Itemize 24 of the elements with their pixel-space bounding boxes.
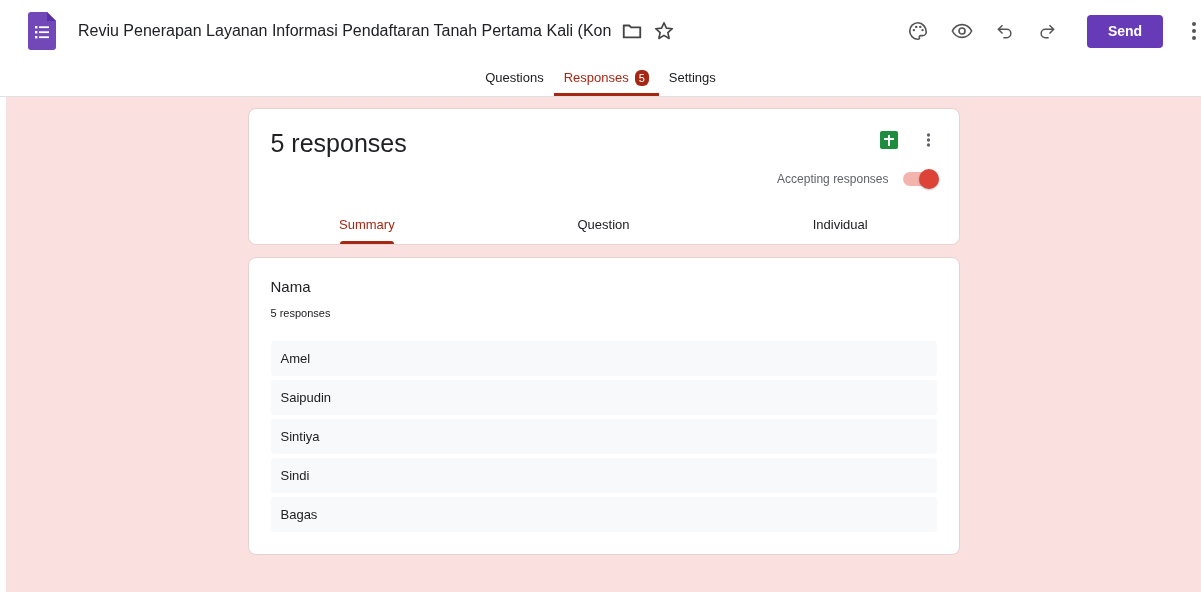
send-button[interactable]: Send bbox=[1087, 14, 1163, 48]
answer-item: Sindi bbox=[270, 458, 937, 493]
palette-icon[interactable] bbox=[907, 20, 929, 42]
answer-item: Sintiya bbox=[270, 419, 937, 454]
view-tab[interactable]: Summary bbox=[248, 204, 486, 244]
answer-item: Bagas bbox=[270, 497, 937, 532]
answer-item: Amel bbox=[270, 341, 937, 376]
view-tab[interactable]: Question bbox=[485, 204, 722, 244]
form-title[interactable]: Reviu Penerapan Layanan Informasi Pendaftaran Tanah Pertama Kali (Kon bbox=[78, 20, 612, 42]
count-badge: 5 bbox=[634, 69, 649, 86]
forms-logo-icon[interactable] bbox=[28, 12, 56, 50]
star-icon[interactable] bbox=[653, 20, 676, 42]
tab[interactable]: Questions bbox=[475, 62, 554, 96]
tab[interactable]: Settings bbox=[658, 62, 726, 96]
more-icon[interactable] bbox=[925, 132, 931, 148]
answer-item: Saipudin bbox=[270, 380, 937, 415]
accepting-toggle[interactable] bbox=[902, 172, 937, 186]
spreadsheet-icon[interactable] bbox=[879, 131, 898, 149]
more-icon[interactable] bbox=[1191, 21, 1197, 41]
question-title: Nama bbox=[270, 278, 312, 295]
response-count: 5 responses bbox=[270, 307, 332, 319]
responses-heading: 5 responses bbox=[270, 129, 407, 158]
view-tab[interactable]: Individual bbox=[721, 204, 959, 244]
accepting-label: Accepting responses bbox=[777, 172, 889, 186]
